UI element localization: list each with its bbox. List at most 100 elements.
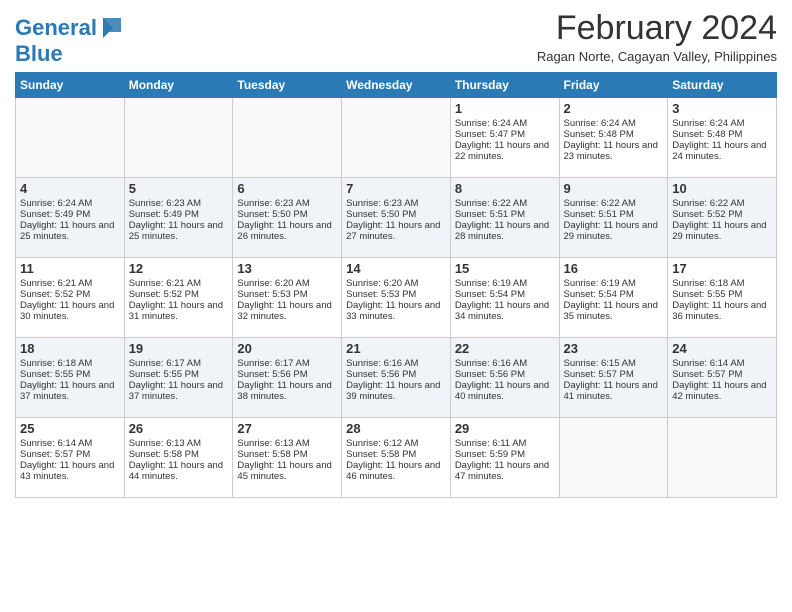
day-number: 28	[346, 421, 446, 436]
daylight-text: Daylight: 11 hours and 28 minutes.	[455, 220, 555, 242]
calendar-cell: 21Sunrise: 6:16 AMSunset: 5:56 PMDayligh…	[342, 338, 451, 418]
calendar-cell	[342, 98, 451, 178]
calendar-cell: 5Sunrise: 6:23 AMSunset: 5:49 PMDaylight…	[124, 178, 233, 258]
logo-text-blue: Blue	[15, 42, 127, 66]
day-number: 7	[346, 181, 446, 196]
daylight-text: Daylight: 11 hours and 45 minutes.	[237, 460, 337, 482]
day-number: 5	[129, 181, 229, 196]
sunset-text: Sunset: 5:56 PM	[346, 369, 446, 380]
calendar-cell	[16, 98, 125, 178]
day-number: 15	[455, 261, 555, 276]
day-number: 21	[346, 341, 446, 356]
calendar-cell: 17 Sunrise: 6:18 AMSunset: 5:55 PMDayligh…	[668, 258, 777, 338]
calendar-cell: 1 Sunrise: 6:24 AMSunset: 5:47 PMDaylight…	[450, 98, 559, 178]
day-number: 6	[237, 181, 337, 196]
sunset-text: Sunset: 5:53 PM	[346, 289, 446, 300]
sunset-text: Sunset: 5:55 PM	[672, 289, 772, 300]
calendar-cell: 13Sunrise: 6:20 AMSunset: 5:53 PMDayligh…	[233, 258, 342, 338]
daylight-text: Daylight: 11 hours and 25 minutes.	[129, 220, 229, 242]
calendar-cell: 11Sunrise: 6:21 AMSunset: 5:52 PMDayligh…	[16, 258, 125, 338]
daylight-text: Daylight: 11 hours and 23 minutes.	[564, 140, 664, 162]
sunset-text: Sunset: 5:47 PM	[455, 129, 555, 140]
day-header-friday: Friday	[559, 73, 668, 98]
day-number: 11	[20, 261, 120, 276]
sunset-text: Sunset: 5:52 PM	[20, 289, 120, 300]
sunset-text: Sunset: 5:53 PM	[237, 289, 337, 300]
logo-icon	[99, 14, 127, 42]
sunrise-text: Sunrise: 6:14 AM	[672, 358, 772, 369]
day-number: 24	[672, 341, 772, 356]
calendar-cell: 10Sunrise: 6:22 AMSunset: 5:52 PMDayligh…	[668, 178, 777, 258]
daylight-text: Daylight: 11 hours and 47 minutes.	[455, 460, 555, 482]
calendar-table: SundayMondayTuesdayWednesdayThursdayFrid…	[15, 72, 777, 498]
daylight-text: Daylight: 11 hours and 40 minutes.	[455, 380, 555, 402]
calendar-cell: 29Sunrise: 6:11 AMSunset: 5:59 PMDayligh…	[450, 418, 559, 498]
sunset-text: Sunset: 5:50 PM	[346, 209, 446, 220]
day-number: 17	[672, 261, 772, 276]
calendar-cell: 7Sunrise: 6:23 AMSunset: 5:50 PMDaylight…	[342, 178, 451, 258]
day-header-thursday: Thursday	[450, 73, 559, 98]
sunrise-text: Sunrise: 6:22 AM	[455, 198, 555, 209]
sunset-text: Sunset: 5:57 PM	[672, 369, 772, 380]
daylight-text: Daylight: 11 hours and 44 minutes.	[129, 460, 229, 482]
sunset-text: Sunset: 5:54 PM	[564, 289, 664, 300]
daylight-text: Daylight: 11 hours and 42 minutes.	[672, 380, 772, 402]
day-header-monday: Monday	[124, 73, 233, 98]
sunrise-text: Sunrise: 6:15 AM	[564, 358, 664, 369]
day-number: 9	[564, 181, 664, 196]
sunset-text: Sunset: 5:58 PM	[237, 449, 337, 460]
sunrise-text: Sunrise: 6:17 AM	[237, 358, 337, 369]
sunrise-text: Sunrise: 6:24 AM	[455, 118, 555, 129]
calendar-cell: 8Sunrise: 6:22 AMSunset: 5:51 PMDaylight…	[450, 178, 559, 258]
daylight-text: Daylight: 11 hours and 29 minutes.	[564, 220, 664, 242]
sunrise-text: Sunrise: 6:16 AM	[346, 358, 446, 369]
calendar-cell: 22Sunrise: 6:16 AMSunset: 5:56 PMDayligh…	[450, 338, 559, 418]
calendar-cell	[668, 418, 777, 498]
logo: General Blue	[15, 14, 127, 66]
sunrise-text: Sunrise: 6:18 AM	[672, 278, 772, 289]
logo-text: General	[15, 16, 97, 40]
sunset-text: Sunset: 5:52 PM	[129, 289, 229, 300]
calendar-cell: 14Sunrise: 6:20 AMSunset: 5:53 PMDayligh…	[342, 258, 451, 338]
daylight-text: Daylight: 11 hours and 46 minutes.	[346, 460, 446, 482]
sunrise-text: Sunrise: 6:19 AM	[455, 278, 555, 289]
day-number: 23	[564, 341, 664, 356]
sunrise-text: Sunrise: 6:18 AM	[20, 358, 120, 369]
sunrise-text: Sunrise: 6:24 AM	[564, 118, 664, 129]
calendar-cell: 27Sunrise: 6:13 AMSunset: 5:58 PMDayligh…	[233, 418, 342, 498]
sunset-text: Sunset: 5:50 PM	[237, 209, 337, 220]
day-number: 19	[129, 341, 229, 356]
sunrise-text: Sunrise: 6:11 AM	[455, 438, 555, 449]
day-header-saturday: Saturday	[668, 73, 777, 98]
day-number: 1	[455, 101, 555, 116]
calendar-cell: 15Sunrise: 6:19 AMSunset: 5:54 PMDayligh…	[450, 258, 559, 338]
sunset-text: Sunset: 5:59 PM	[455, 449, 555, 460]
daylight-text: Daylight: 11 hours and 41 minutes.	[564, 380, 664, 402]
month-title: February 2024	[537, 10, 777, 47]
daylight-text: Daylight: 11 hours and 33 minutes.	[346, 300, 446, 322]
title-area: February 2024 Ragan Norte, Cagayan Valle…	[537, 10, 777, 64]
daylight-text: Daylight: 11 hours and 36 minutes.	[672, 300, 772, 322]
calendar-cell: 19Sunrise: 6:17 AMSunset: 5:55 PMDayligh…	[124, 338, 233, 418]
day-header-wednesday: Wednesday	[342, 73, 451, 98]
sunset-text: Sunset: 5:48 PM	[672, 129, 772, 140]
calendar-cell	[124, 98, 233, 178]
day-number: 12	[129, 261, 229, 276]
daylight-text: Daylight: 11 hours and 22 minutes.	[455, 140, 555, 162]
sunrise-text: Sunrise: 6:20 AM	[237, 278, 337, 289]
sunrise-text: Sunrise: 6:19 AM	[564, 278, 664, 289]
sunrise-text: Sunrise: 6:13 AM	[129, 438, 229, 449]
sunrise-text: Sunrise: 6:13 AM	[237, 438, 337, 449]
sunset-text: Sunset: 5:52 PM	[672, 209, 772, 220]
day-number: 22	[455, 341, 555, 356]
sunset-text: Sunset: 5:58 PM	[129, 449, 229, 460]
day-number: 20	[237, 341, 337, 356]
calendar-cell: 6Sunrise: 6:23 AMSunset: 5:50 PMDaylight…	[233, 178, 342, 258]
day-header-sunday: Sunday	[16, 73, 125, 98]
daylight-text: Daylight: 11 hours and 37 minutes.	[129, 380, 229, 402]
sunrise-text: Sunrise: 6:12 AM	[346, 438, 446, 449]
day-number: 14	[346, 261, 446, 276]
day-number: 10	[672, 181, 772, 196]
daylight-text: Daylight: 11 hours and 34 minutes.	[455, 300, 555, 322]
sunset-text: Sunset: 5:55 PM	[20, 369, 120, 380]
